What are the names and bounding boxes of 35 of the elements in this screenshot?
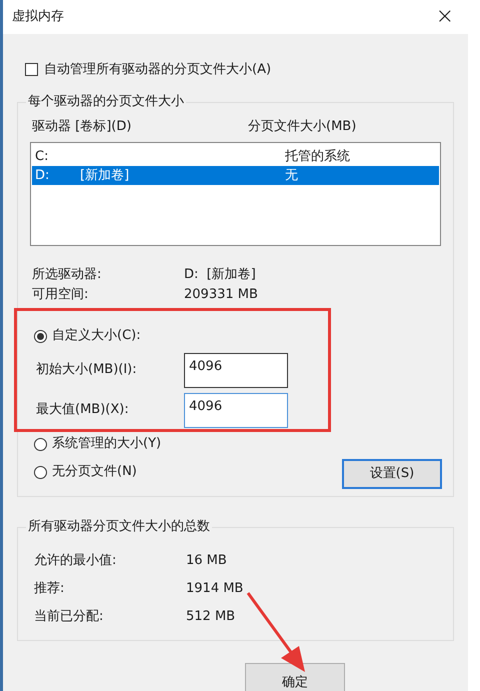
radio-button[interactable] <box>34 466 47 478</box>
settings-button[interactable]: 设置(S) <box>342 458 442 488</box>
drive-letter: C: <box>35 148 50 166</box>
close-button[interactable]: × <box>432 6 458 28</box>
checkbox[interactable] <box>25 63 38 76</box>
ok-button[interactable]: 确定 <box>245 662 345 691</box>
page-file-size: 无 <box>285 166 298 185</box>
info-label: 所选驱动器: <box>32 266 102 284</box>
drive-letter: D: <box>35 166 50 185</box>
radio-button[interactable] <box>34 330 47 342</box>
input-field[interactable]: 4096 <box>184 352 288 388</box>
window-title: 虚拟内存 <box>12 8 64 26</box>
input-field[interactable]: 4096 <box>184 392 288 428</box>
drive-label: [新加卷] <box>80 166 130 185</box>
total-label: 允许的最小值: <box>34 552 118 570</box>
column-header: 驱动器 [卷标](D) <box>32 118 132 136</box>
field-label: 最大值(MB)(X): <box>36 401 130 420</box>
drive-row[interactable]: C: 托管的系统 <box>32 147 439 166</box>
info-label: 可用空间: <box>32 286 90 304</box>
info-value: 209331 MB <box>184 286 258 304</box>
info-value: D: [新加卷] <box>184 266 256 284</box>
column-header: 分页文件大小(MB) <box>248 118 356 136</box>
radio-label: 系统管理的大小(Y) <box>52 435 162 454</box>
total-value: 16 MB <box>186 552 227 570</box>
field-label: 初始大小(MB)(I): <box>36 361 138 380</box>
total-value: 1914 MB <box>186 580 244 598</box>
page-file-size: 托管的系统 <box>285 148 350 166</box>
total-label: 当前已分配: <box>34 608 104 626</box>
radio-label: 自定义大小(C): <box>52 327 141 346</box>
total-label: 推荐: <box>34 580 66 598</box>
total-value: 512 MB <box>186 608 236 626</box>
drive-row[interactable]: D: [新加卷] 无 <box>32 166 439 185</box>
radio-label: 无分页文件(N) <box>52 463 137 482</box>
radio-button[interactable] <box>34 438 47 450</box>
checkbox-label: 自动管理所有驱动器的分页文件大小(A) <box>44 61 272 79</box>
